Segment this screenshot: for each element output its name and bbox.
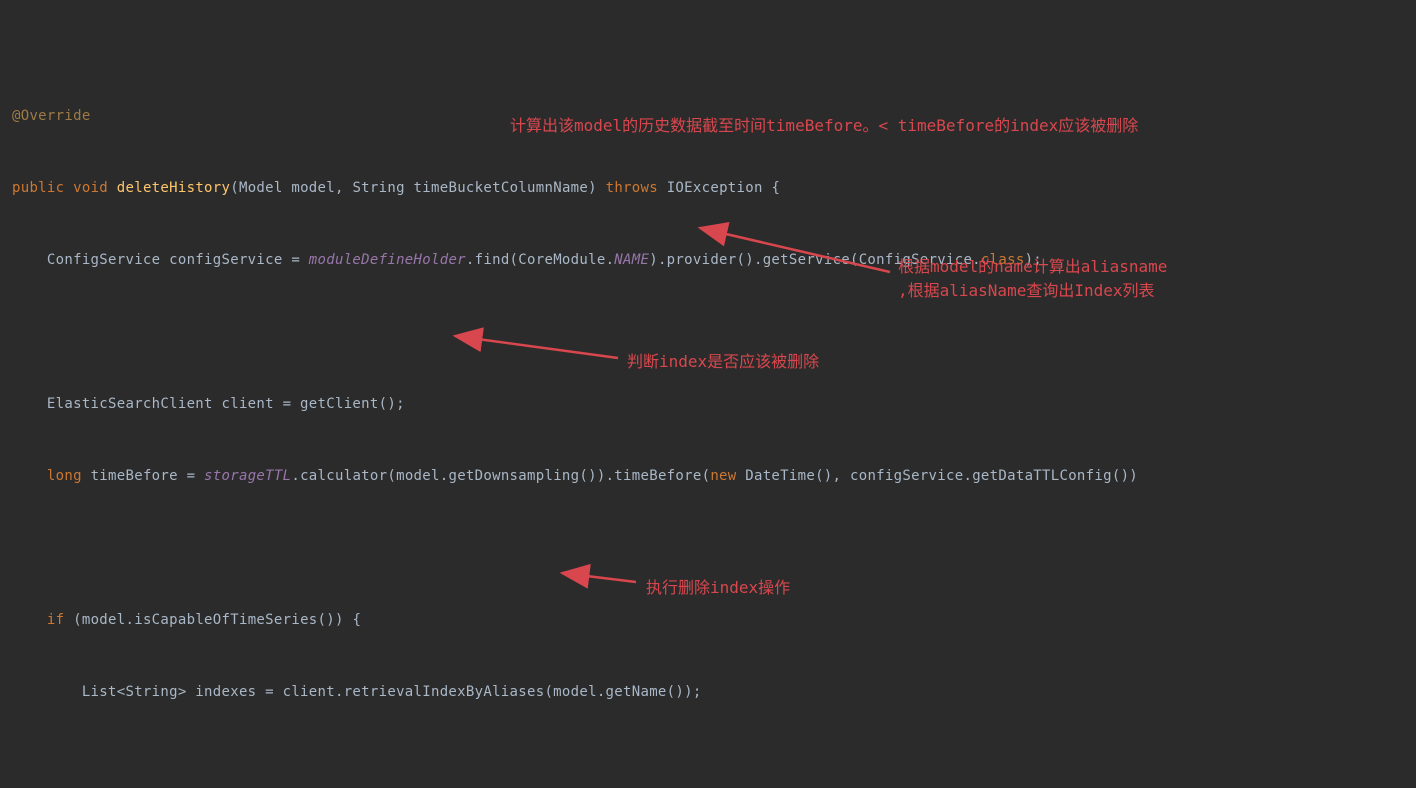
code-line xyxy=(12,320,1416,344)
code-line: long timeBefore = storageTTL.calculator(… xyxy=(12,464,1416,488)
annotation-text: 根据model的name计算出aliasname,根据aliasName查询出I… xyxy=(898,255,1167,303)
annotation-text: 判断index是否应该被删除 xyxy=(627,348,819,372)
code-line: List<String> indexes = client.retrievalI… xyxy=(12,680,1416,704)
code-line: ElasticSearchClient client = getClient()… xyxy=(12,392,1416,416)
annotation-text: 执行删除index操作 xyxy=(646,574,790,598)
code-line: ConfigService configService = moduleDefi… xyxy=(12,248,1416,272)
code-line: if (model.isCapableOfTimeSeries()) { xyxy=(12,608,1416,632)
code-line: public void deleteHistory(Model model, S… xyxy=(12,176,1416,200)
code-line xyxy=(12,536,1416,560)
annotation-text: 计算出该model的历史数据截至时间timeBefore。< timeBefor… xyxy=(510,112,1138,136)
code-line xyxy=(12,752,1416,776)
